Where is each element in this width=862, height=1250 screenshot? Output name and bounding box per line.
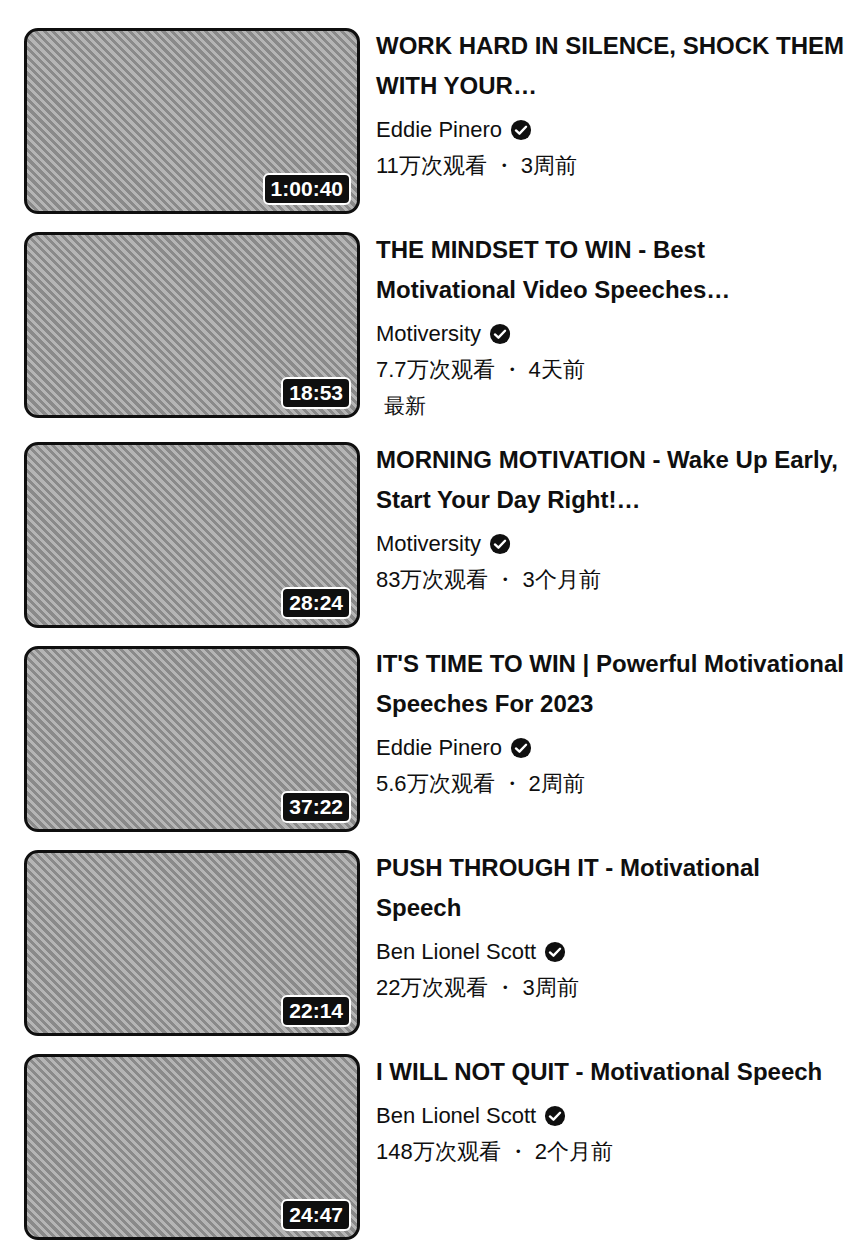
duration-badge: 18:53 bbox=[281, 377, 351, 409]
duration-badge: 28:24 bbox=[281, 587, 351, 619]
video-meta: 7.7万次观看・4天前 bbox=[376, 352, 850, 388]
view-count: 22万次观看 bbox=[376, 975, 488, 1000]
channel-line: Ben Lionel Scott bbox=[376, 934, 850, 970]
channel-name[interactable]: Ben Lionel Scott bbox=[376, 934, 536, 970]
view-count: 11万次观看 bbox=[376, 153, 487, 178]
upload-age: 3个月前 bbox=[522, 567, 600, 592]
separator: ・ bbox=[501, 357, 523, 382]
verified-check-icon bbox=[489, 533, 511, 555]
separator: ・ bbox=[494, 975, 516, 1000]
video-row[interactable]: 37:22 IT'S TIME TO WIN | Powerful Motivat… bbox=[24, 646, 850, 832]
upload-age: 3周前 bbox=[521, 153, 577, 178]
channel-line: Motiversity bbox=[376, 526, 850, 562]
duration-badge: 24:47 bbox=[281, 1199, 351, 1231]
video-row[interactable]: 18:53 THE MINDSET TO WIN - Best Motivatio… bbox=[24, 232, 850, 424]
channel-line: Ben Lionel Scott bbox=[376, 1098, 850, 1134]
verified-check-icon bbox=[510, 119, 532, 141]
video-list: 1:00:40 WORK HARD IN SILENCE, SHOCK THEM … bbox=[0, 0, 862, 1250]
view-count: 83万次观看 bbox=[376, 567, 488, 592]
video-info: WORK HARD IN SILENCE, SHOCK THEM WITH YO… bbox=[376, 28, 850, 184]
channel-name[interactable]: Eddie Pinero bbox=[376, 730, 502, 766]
video-thumbnail[interactable]: 18:53 bbox=[24, 232, 360, 418]
video-title[interactable]: PUSH THROUGH IT - Motivational Speech bbox=[376, 848, 850, 928]
video-info: THE MINDSET TO WIN - Best Motivational V… bbox=[376, 232, 850, 424]
verified-check-icon bbox=[544, 941, 566, 963]
video-meta: 148万次观看・2个月前 bbox=[376, 1134, 850, 1170]
video-title[interactable]: IT'S TIME TO WIN | Powerful Motivational… bbox=[376, 644, 850, 724]
video-info: PUSH THROUGH IT - Motivational Speech Ben… bbox=[376, 850, 850, 1006]
duration-badge: 1:00:40 bbox=[263, 173, 351, 205]
separator: ・ bbox=[494, 567, 516, 592]
duration-badge: 37:22 bbox=[281, 791, 351, 823]
view-count: 5.6万次观看 bbox=[376, 771, 495, 796]
video-thumbnail[interactable]: 37:22 bbox=[24, 646, 360, 832]
video-row[interactable]: 1:00:40 WORK HARD IN SILENCE, SHOCK THEM … bbox=[24, 28, 850, 214]
video-thumbnail[interactable]: 24:47 bbox=[24, 1054, 360, 1240]
video-title[interactable]: THE MINDSET TO WIN - Best Motivational V… bbox=[376, 230, 850, 310]
video-meta: 11万次观看・3周前 bbox=[376, 148, 850, 184]
upload-age: 2个月前 bbox=[535, 1139, 613, 1164]
separator: ・ bbox=[501, 771, 523, 796]
video-row[interactable]: 24:47 I WILL NOT QUIT - Motivational Spee… bbox=[24, 1054, 850, 1240]
channel-name[interactable]: Ben Lionel Scott bbox=[376, 1098, 536, 1134]
upload-age: 3周前 bbox=[522, 975, 578, 1000]
verified-check-icon bbox=[510, 737, 532, 759]
separator: ・ bbox=[507, 1139, 529, 1164]
video-title[interactable]: I WILL NOT QUIT - Motivational Speech bbox=[376, 1052, 850, 1092]
video-meta: 83万次观看・3个月前 bbox=[376, 562, 850, 598]
video-meta: 22万次观看・3周前 bbox=[376, 970, 850, 1006]
duration-badge: 22:14 bbox=[281, 995, 351, 1027]
view-count: 7.7万次观看 bbox=[376, 357, 495, 382]
video-title[interactable]: WORK HARD IN SILENCE, SHOCK THEM WITH YO… bbox=[376, 26, 850, 106]
video-title[interactable]: MORNING MOTIVATION - Wake Up Early, Star… bbox=[376, 440, 850, 520]
video-thumbnail[interactable]: 22:14 bbox=[24, 850, 360, 1036]
video-thumbnail[interactable]: 28:24 bbox=[24, 442, 360, 628]
video-info: MORNING MOTIVATION - Wake Up Early, Star… bbox=[376, 442, 850, 598]
channel-name[interactable]: Motiversity bbox=[376, 316, 481, 352]
verified-check-icon bbox=[489, 323, 511, 345]
separator: ・ bbox=[493, 153, 515, 178]
upload-age: 4天前 bbox=[529, 357, 585, 382]
channel-name[interactable]: Eddie Pinero bbox=[376, 112, 502, 148]
channel-line: Eddie Pinero bbox=[376, 112, 850, 148]
video-thumbnail[interactable]: 1:00:40 bbox=[24, 28, 360, 214]
video-row[interactable]: 22:14 PUSH THROUGH IT - Motivational Spee… bbox=[24, 850, 850, 1036]
video-meta: 5.6万次观看・2周前 bbox=[376, 766, 850, 802]
video-info: IT'S TIME TO WIN | Powerful Motivational… bbox=[376, 646, 850, 802]
verified-check-icon bbox=[544, 1105, 566, 1127]
upload-age: 2周前 bbox=[529, 771, 585, 796]
channel-line: Motiversity bbox=[376, 316, 850, 352]
channel-line: Eddie Pinero bbox=[376, 730, 850, 766]
view-count: 148万次观看 bbox=[376, 1139, 501, 1164]
new-badge: 最新 bbox=[376, 388, 850, 424]
video-info: I WILL NOT QUIT - Motivational Speech Ben… bbox=[376, 1054, 850, 1170]
video-row[interactable]: 28:24 MORNING MOTIVATION - Wake Up Early,… bbox=[24, 442, 850, 628]
channel-name[interactable]: Motiversity bbox=[376, 526, 481, 562]
